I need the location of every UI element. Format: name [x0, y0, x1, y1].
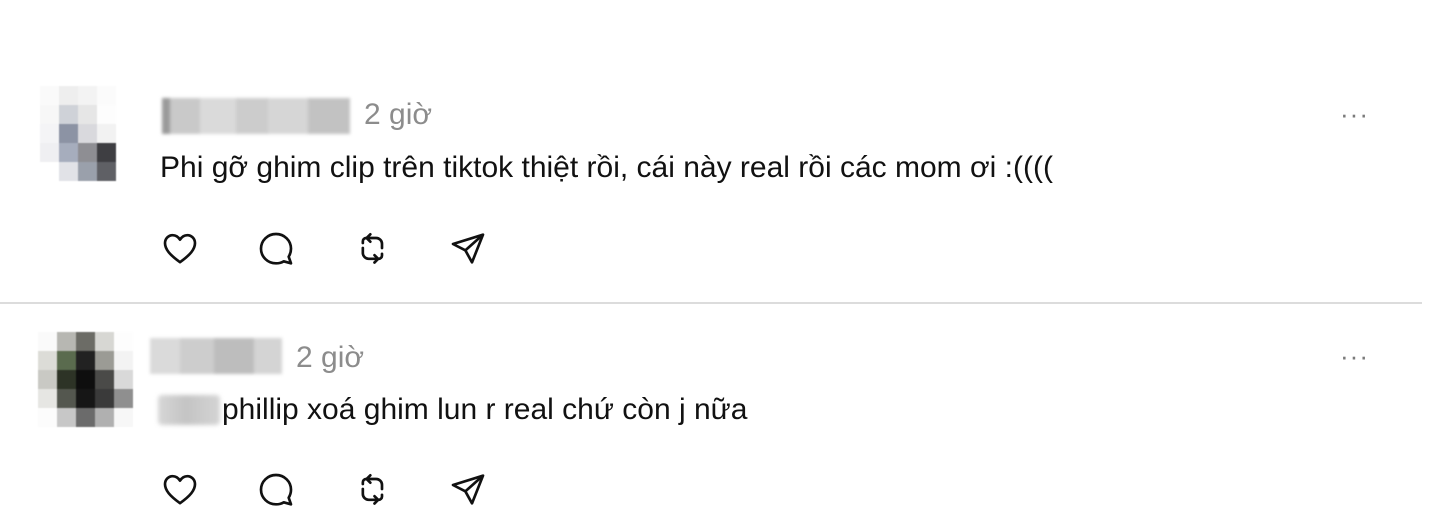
comment-button[interactable]: [256, 467, 352, 511]
post-text: phillip xoá ghim lun r real chứ còn j nữ…: [222, 393, 748, 426]
timestamp: 2 giờ: [364, 98, 433, 131]
comment-button[interactable]: [256, 226, 352, 270]
share-icon: [451, 474, 485, 505]
mention-tag[interactable]: [158, 395, 220, 425]
repost-icon: [361, 233, 384, 264]
post: 2 giờ ··· Phi gỡ ghim clip trên tiktok t…: [0, 0, 1454, 302]
repost-icon: [361, 474, 384, 505]
like-button[interactable]: [160, 226, 256, 270]
post-text-line: phillip xoá ghim lun r real chứ còn j nữ…: [158, 391, 747, 429]
repost-button[interactable]: [352, 226, 448, 270]
more-options-button[interactable]: ···: [1340, 343, 1369, 369]
username[interactable]: [162, 98, 350, 134]
share-button[interactable]: [448, 467, 544, 511]
username[interactable]: [150, 338, 282, 374]
post: 2 giờ ··· phillip xoá ghim lun r real ch…: [0, 304, 1454, 530]
post-actions: [160, 467, 544, 511]
avatar[interactable]: [38, 332, 133, 427]
post-actions: [160, 226, 544, 270]
share-button[interactable]: [448, 226, 544, 270]
post-text: Phi gỡ ghim clip trên tiktok thiệt rồi, …: [160, 151, 1053, 184]
like-button[interactable]: [160, 467, 256, 511]
more-options-button[interactable]: ···: [1340, 101, 1369, 127]
repost-button[interactable]: [352, 467, 448, 511]
comment-icon: [259, 232, 293, 265]
heart-icon: [163, 474, 197, 505]
timestamp: 2 giờ: [296, 341, 365, 374]
avatar[interactable]: [40, 86, 135, 181]
share-icon: [451, 233, 485, 264]
comment-icon: [259, 473, 293, 506]
heart-icon: [163, 233, 197, 264]
